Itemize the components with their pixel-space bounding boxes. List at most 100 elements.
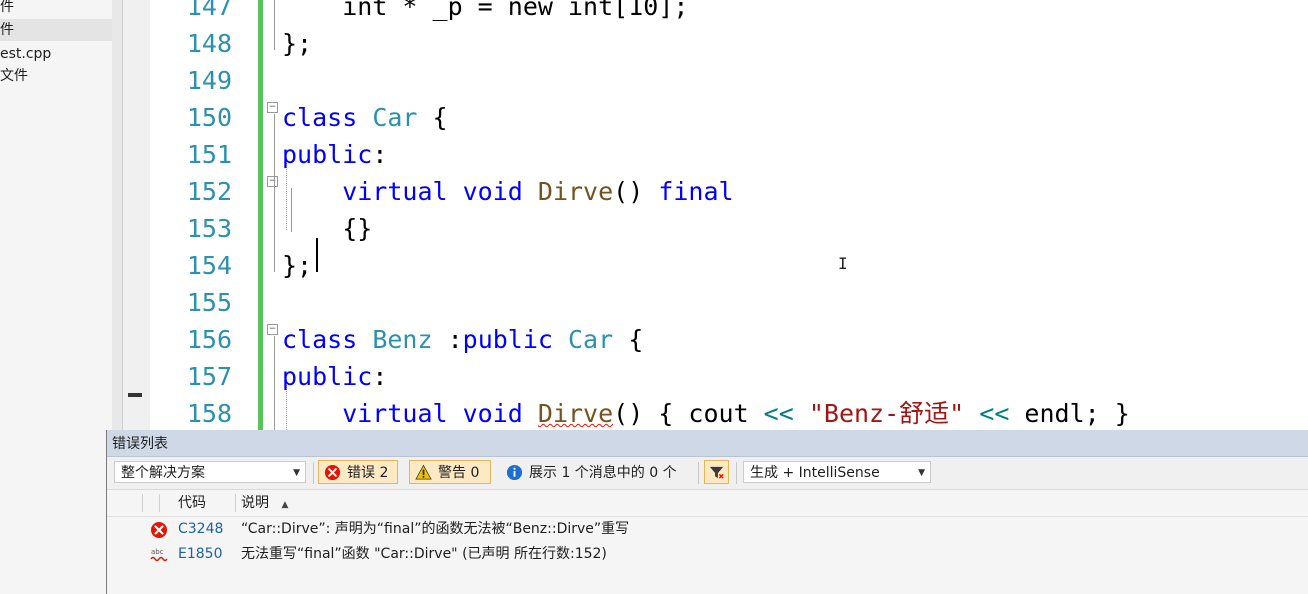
code-token: () bbox=[613, 177, 659, 206]
explorer-item-label: 件 bbox=[0, 22, 14, 38]
code-token: Car bbox=[372, 103, 418, 132]
code-line[interactable]: 147 int * _p = new int[10]; bbox=[150, 0, 1308, 25]
explorer-item-cpp-file[interactable]: est.cpp bbox=[0, 43, 51, 65]
errors-filter-label: 错误 2 bbox=[347, 465, 389, 481]
intellisense-error-icon: abc bbox=[150, 548, 168, 562]
line-number: 158 bbox=[186, 399, 232, 428]
code-line[interactable]: 149 bbox=[150, 62, 1308, 99]
line-number: 153 bbox=[186, 214, 232, 243]
editor-scroll-margin[interactable] bbox=[122, 0, 151, 430]
code-token: class bbox=[282, 325, 373, 354]
column-header-code[interactable]: 代码 bbox=[178, 490, 206, 516]
explorer-item-selected[interactable]: 件 bbox=[0, 19, 112, 41]
code-token: { bbox=[417, 103, 448, 132]
explorer-item-label: 件 bbox=[0, 0, 14, 15]
code-text: virtual void Dirve() { cout << "Benz-舒适"… bbox=[282, 395, 1130, 430]
code-token: Dirve bbox=[537, 399, 614, 428]
code-line[interactable]: 154}; bbox=[150, 247, 1308, 284]
line-number: 147 bbox=[186, 0, 232, 21]
code-token: Dirve bbox=[537, 177, 614, 206]
explorer-item[interactable]: 件 bbox=[0, 0, 14, 18]
error-row[interactable]: C3248 “Car::Dirve”: 声明为“final”的函数无法被“Ben… bbox=[107, 517, 1308, 542]
code-token: () { cout bbox=[613, 399, 764, 428]
code-line[interactable]: 156 class Benz :public Car { bbox=[150, 321, 1308, 358]
svg-text:abc: abc bbox=[151, 548, 164, 556]
column-header-description[interactable]: 说明 ▲ bbox=[241, 490, 288, 516]
code-line[interactable]: 157 public: bbox=[150, 358, 1308, 395]
sort-ascending-icon: ▲ bbox=[281, 500, 289, 510]
code-text: int * _p = new int[10]; bbox=[282, 0, 688, 25]
ibeam-cursor-icon: I bbox=[838, 254, 848, 273]
code-text: }; bbox=[282, 25, 312, 62]
messages-filter-button[interactable]: 展示 1 个消息中的 0 个 bbox=[500, 460, 692, 484]
line-number: 155 bbox=[186, 288, 232, 317]
explorer-item-label: est.cpp bbox=[0, 46, 52, 62]
code-token: {} bbox=[282, 214, 373, 243]
panel-splitter[interactable] bbox=[112, 0, 122, 430]
code-line[interactable]: 148}; bbox=[150, 25, 1308, 62]
code-token: << bbox=[979, 399, 1010, 428]
explorer-item[interactable]: 文件 bbox=[0, 65, 28, 87]
column-header-description-label: 说明 bbox=[241, 495, 269, 511]
scroll-position-marker bbox=[128, 393, 142, 397]
column-divider bbox=[142, 494, 143, 512]
line-number: 149 bbox=[186, 66, 232, 95]
error-list-toolbar: 整个解决方案 ▼ 错误 2 警告 0 展示 1 个消息中的 0 个 生成 + I… bbox=[107, 457, 1308, 490]
filter-funnel-icon bbox=[709, 466, 724, 479]
toolbar-separator bbox=[313, 462, 314, 484]
filter-toggle-button[interactable] bbox=[704, 460, 729, 484]
text-caret bbox=[316, 238, 318, 272]
code-line[interactable]: 150 class Car { bbox=[150, 99, 1308, 136]
code-token: Car bbox=[568, 325, 614, 354]
warnings-filter-button[interactable]: 警告 0 bbox=[409, 460, 491, 484]
error-row[interactable]: abc E1850 无法重写“final”函数 "Car::Dirve" (已声… bbox=[107, 542, 1308, 567]
code-token: public bbox=[462, 325, 568, 354]
column-divider bbox=[159, 494, 160, 512]
code-token: void bbox=[462, 399, 538, 428]
code-token: }; bbox=[282, 251, 313, 280]
error-list-titlebar[interactable]: 错误列表 bbox=[107, 430, 1308, 457]
toolbar-separator bbox=[736, 462, 737, 484]
code-text: public: bbox=[282, 358, 387, 395]
code-editor[interactable]: − − − 147 int * _p = new int[10]; 148}; 14… bbox=[150, 0, 1308, 430]
error-code[interactable]: E1850 bbox=[178, 542, 222, 567]
code-text: virtual void Dirve() final bbox=[282, 173, 734, 210]
line-number: 156 bbox=[186, 325, 232, 354]
code-token: : bbox=[372, 362, 388, 391]
scope-dropdown[interactable]: 整个解决方案 ▼ bbox=[114, 461, 306, 483]
errors-filter-button[interactable]: 错误 2 bbox=[318, 460, 398, 484]
code-text: {} bbox=[282, 210, 372, 247]
error-icon bbox=[151, 522, 167, 538]
code-line[interactable]: 155 bbox=[150, 284, 1308, 321]
code-token: int * _p = new int[10]; bbox=[282, 0, 689, 21]
toolbar-separator bbox=[698, 462, 699, 484]
code-token: "Benz-舒适" bbox=[808, 399, 965, 428]
code-token: : bbox=[372, 140, 388, 169]
code-token: endl; } bbox=[1009, 399, 1130, 428]
code-token: : bbox=[432, 325, 463, 354]
build-source-dropdown[interactable]: 生成 + IntelliSense ▼ bbox=[743, 461, 931, 483]
code-text: class Car { bbox=[282, 99, 448, 136]
chevron-down-icon: ▼ bbox=[293, 468, 300, 478]
line-number: 152 bbox=[186, 177, 232, 206]
code-token: final bbox=[658, 177, 734, 206]
error-description: “Car::Dirve”: 声明为“final”的函数无法被“Benz::Dir… bbox=[241, 521, 630, 537]
code-line[interactable]: 158 virtual void Dirve() { cout << "Benz… bbox=[150, 395, 1308, 430]
explorer-item-label: 文件 bbox=[0, 68, 28, 84]
code-line[interactable]: 153 {} bbox=[150, 210, 1308, 247]
error-list-header: 代码 说明 ▲ bbox=[107, 490, 1308, 517]
code-line[interactable]: 151 public: bbox=[150, 136, 1308, 173]
error-icon bbox=[324, 464, 341, 481]
error-code[interactable]: C3248 bbox=[178, 517, 223, 542]
warnings-filter-label: 警告 0 bbox=[438, 465, 480, 481]
build-source-value: 生成 + IntelliSense bbox=[750, 465, 880, 481]
error-description: 无法重写“final”函数 "Car::Dirve" (已声明 所在行数:152… bbox=[241, 546, 607, 562]
column-divider bbox=[235, 494, 236, 512]
code-line[interactable]: 152 virtual void Dirve() final bbox=[150, 173, 1308, 210]
code-token: << bbox=[763, 399, 794, 428]
code-text: class Benz :public Car { bbox=[282, 321, 643, 358]
code-token: virtual bbox=[282, 177, 463, 206]
code-token: public bbox=[282, 140, 373, 169]
